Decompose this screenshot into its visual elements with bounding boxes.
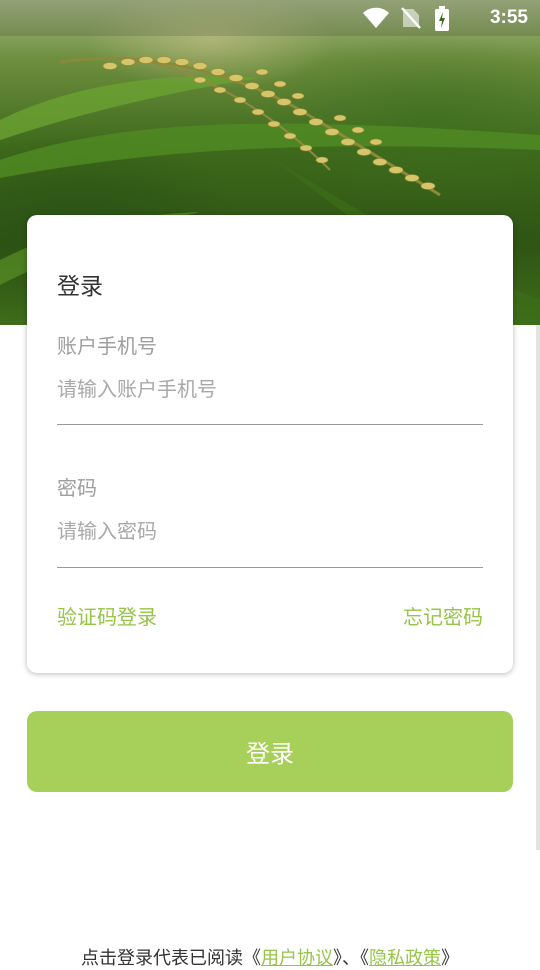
agreement-close-quote: 》 — [333, 948, 342, 969]
scroll-edge — [536, 325, 540, 850]
status-time: 3:55 — [489, 7, 528, 28]
agreement-separator: 、 — [342, 948, 360, 969]
forgot-password-link[interactable]: 忘记密码 — [403, 601, 483, 630]
sms-code-login-link[interactable]: 验证码登录 — [57, 601, 157, 630]
agreement-prefix: 点击登录代表已阅读 — [81, 948, 243, 969]
privacy-policy-link[interactable]: 隐私政策 — [369, 948, 441, 969]
password-underline — [57, 567, 483, 568]
login-card-title: 登录 — [57, 274, 103, 300]
agreement-open-quote: 《 — [243, 948, 261, 969]
privacy-open-quote: 《 — [360, 948, 369, 969]
login-card: 登录 账户手机号 密码 验证码登录 忘记密码 — [27, 215, 513, 673]
account-phone-input[interactable] — [57, 367, 483, 411]
agreement-notice: 点击登录代表已阅读《用户协议》、《隐私政策》 — [0, 944, 540, 970]
password-input[interactable] — [57, 509, 483, 553]
login-button[interactable]: 登录 — [27, 711, 513, 792]
password-label: 密码 — [57, 476, 97, 500]
account-label: 账户手机号 — [57, 334, 157, 358]
status-icons — [354, 6, 474, 32]
privacy-close-quote: 》 — [441, 948, 459, 969]
user-agreement-link[interactable]: 用户协议 — [261, 948, 333, 969]
account-underline — [57, 424, 483, 425]
status-bar: 3:55 — [0, 0, 540, 36]
